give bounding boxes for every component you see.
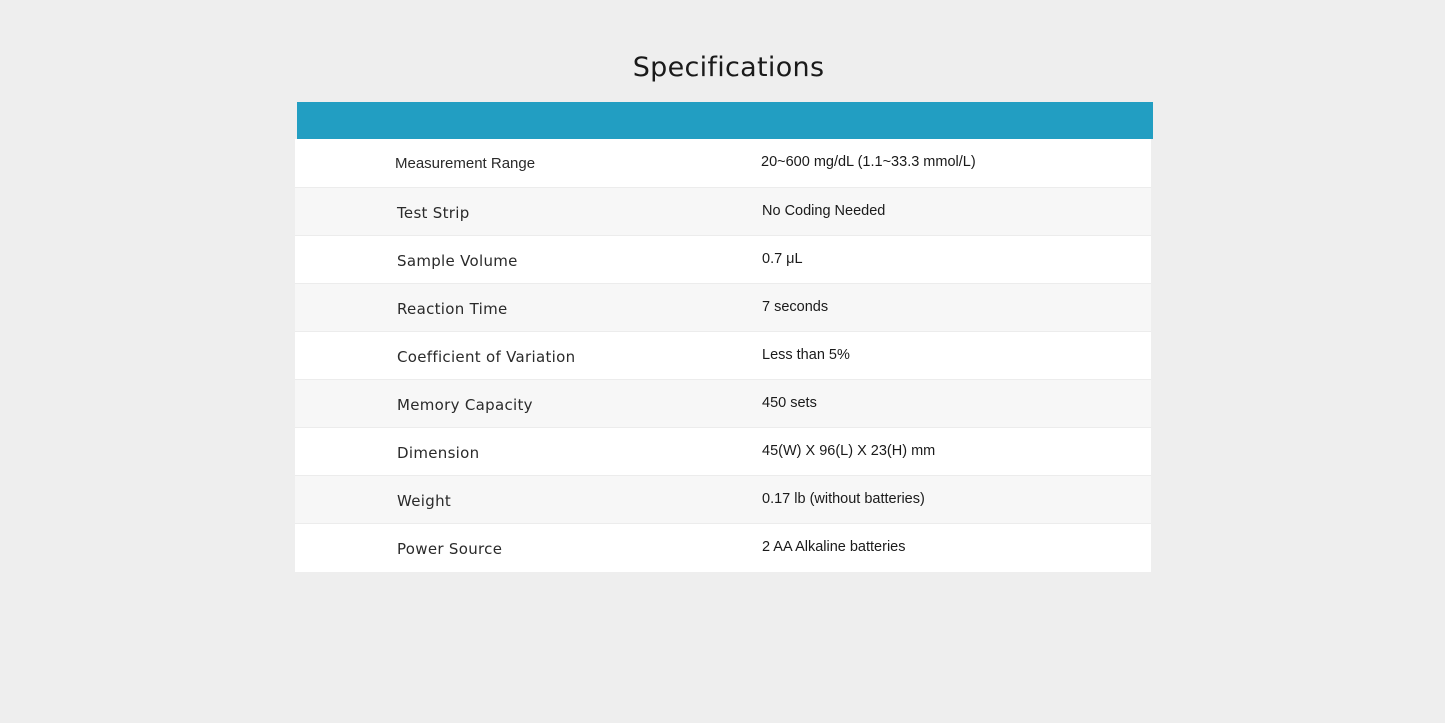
table-row: Sample Volume 0.7 μL <box>295 236 1151 284</box>
spec-label: Dimension <box>397 444 480 462</box>
spec-label: Weight <box>397 492 452 510</box>
table-row: Measurement Range 20~600 mg/dL (1.1~33.3… <box>295 139 1151 188</box>
spec-value: 20~600 mg/dL (1.1~33.3 mmol/L) <box>761 154 976 170</box>
spec-label: Test Strip <box>397 204 470 222</box>
spec-label: Memory Capacity <box>397 396 533 414</box>
spec-value: 0.17 lb (without batteries) <box>762 491 925 507</box>
table-row: Power Source 2 AA Alkaline batteries <box>295 524 1151 572</box>
page-title: Specifications <box>632 52 825 83</box>
spec-label: Coefficient of Variation <box>397 348 576 366</box>
spec-value: Less than 5% <box>762 347 850 363</box>
specifications-table: Measurement Range 20~600 mg/dL (1.1~33.3… <box>295 139 1151 572</box>
spec-value: 0.7 μL <box>762 251 803 267</box>
spec-value: 7 seconds <box>762 299 829 315</box>
spec-label: Reaction Time <box>397 300 508 318</box>
table-row: Weight 0.17 lb (without batteries) <box>295 476 1151 524</box>
table-row: Memory Capacity 450 sets <box>295 380 1151 428</box>
spec-label: Measurement Range <box>395 155 536 172</box>
table-header-bar <box>297 102 1153 139</box>
spec-label: Power Source <box>397 540 503 558</box>
spec-label: Sample Volume <box>397 252 518 270</box>
table-row: Test Strip No Coding Needed <box>295 188 1151 236</box>
spec-value: 45(W) X 96(L) X 23(H) mm <box>762 443 936 459</box>
table-row: Coefficient of Variation Less than 5% <box>295 332 1151 380</box>
spec-value: 450 sets <box>762 395 817 411</box>
spec-value: 2 AA Alkaline batteries <box>762 539 906 555</box>
spec-value: No Coding Needed <box>762 203 886 219</box>
table-row: Dimension 45(W) X 96(L) X 23(H) mm <box>295 428 1151 476</box>
table-row: Reaction Time 7 seconds <box>295 284 1151 332</box>
